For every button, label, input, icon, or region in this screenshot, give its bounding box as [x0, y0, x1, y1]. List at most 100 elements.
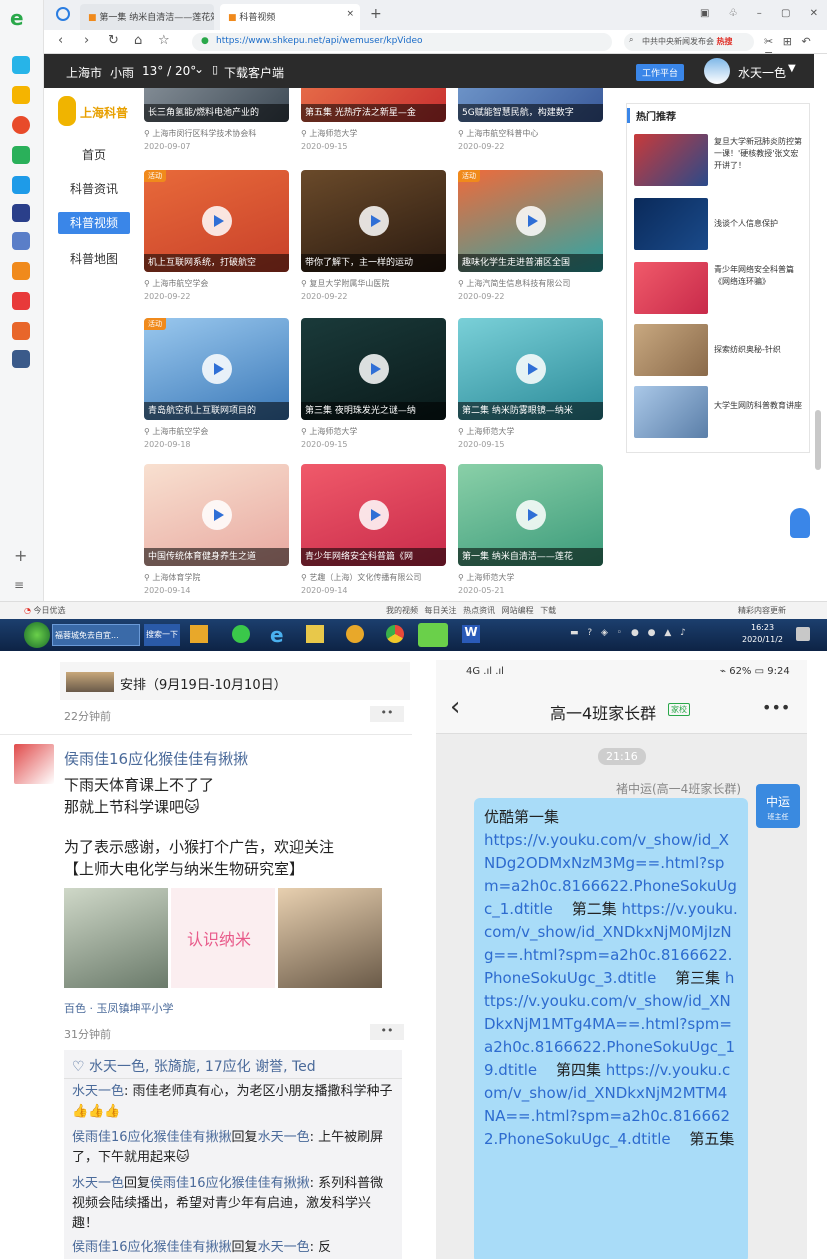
download-client-link[interactable]: 下载客户端: [224, 64, 284, 81]
back-icon[interactable]: ‹: [450, 692, 460, 722]
page-scrollbar[interactable]: [815, 410, 821, 470]
sidebar-mail-icon[interactable]: [12, 146, 30, 164]
taskbar-ie-icon[interactable]: e: [270, 623, 284, 647]
hot-item[interactable]: 大学生网防科普教育讲座: [634, 386, 806, 440]
cut-icon[interactable]: ✂: [764, 35, 773, 48]
status-link[interactable]: 我的视频: [386, 606, 418, 615]
video-card[interactable]: 5G赋能智慧民航，构建数字 ⚲ 上海市航空科普中心 2020-09-22: [458, 88, 603, 151]
post-image[interactable]: [64, 888, 168, 988]
post-location[interactable]: 百色 · 玉凤镇坤平小学: [64, 1000, 174, 1016]
post-image[interactable]: 认识纳米: [171, 888, 275, 988]
site-logo[interactable]: 上海科普: [58, 94, 134, 132]
search-input[interactable]: ⌕ 中共中央新闻发布会 热搜: [624, 33, 754, 51]
comment-author[interactable]: 侯雨佳16应化猴佳佳有揪揪: [72, 1240, 232, 1255]
sidebar-tool-icon[interactable]: [12, 350, 30, 368]
video-card[interactable]: 中国传统体育健身养生之道 ⚲ 上海体育学院 2020-09-14: [144, 464, 289, 595]
sidebar-star-icon[interactable]: [12, 86, 30, 104]
city-label[interactable]: 上海市: [66, 64, 102, 81]
video-card[interactable]: 第五集 光热疗法之新星—金 ⚲ 上海师范大学 2020-09-15: [301, 88, 446, 151]
tab-list-icon[interactable]: ▣: [700, 8, 709, 19]
play-icon[interactable]: [516, 354, 546, 384]
minimize-icon[interactable]: –: [757, 8, 762, 19]
play-icon[interactable]: [516, 206, 546, 236]
video-card[interactable]: 第二集 纳米防雾眼镜—纳米 ⚲ 上海师范大学 2020-09-15: [458, 318, 603, 449]
play-icon[interactable]: [202, 354, 232, 384]
more-options-icon[interactable]: ••: [370, 1024, 404, 1040]
nav-science-news[interactable]: 科普资讯: [58, 178, 130, 200]
video-card[interactable]: 第一集 纳米自清洁——莲花 ⚲ 上海师范大学 2020-05-21: [458, 464, 603, 595]
likes-names[interactable]: 水天一色, 张旖旎, 17应化 谢誉, Ted: [89, 1059, 316, 1075]
taskbar-clock[interactable]: 16:23 2020/11/2: [742, 622, 783, 646]
video-card[interactable]: 活动 青岛航空机上互联网项目的 ⚲ 上海市航空学会 2020-09-18: [144, 318, 289, 449]
comment-author[interactable]: 水天一色: [72, 1176, 124, 1191]
rocket-icon[interactable]: [790, 508, 810, 538]
undo-icon[interactable]: ↶: [801, 35, 810, 48]
comment[interactable]: 侯雨佳16应化猴佳佳有揪揪回复水天一色: 反: [72, 1238, 396, 1258]
avatar[interactable]: [704, 58, 730, 84]
status-link[interactable]: 热点资讯: [463, 606, 495, 615]
post-image[interactable]: [278, 888, 382, 988]
user-chevron-icon[interactable]: ▼: [788, 63, 796, 74]
shirt-icon[interactable]: ♧: [729, 8, 738, 19]
new-tab-icon[interactable]: +: [370, 6, 382, 22]
status-link[interactable]: 每日关注: [425, 606, 457, 615]
sidebar-add-icon[interactable]: +: [14, 546, 27, 565]
nav-science-video[interactable]: 科普视频: [58, 212, 130, 234]
sidebar-video-icon[interactable]: [12, 176, 30, 194]
hot-item[interactable]: 浅谈个人信息保护: [634, 198, 806, 252]
status-left[interactable]: ◔ 今日优选: [24, 605, 66, 616]
video-card[interactable]: 活动 趣味化学生走进普浦区全国 ⚲ 上海汽简生信息科技有限公司 2020-09-2…: [458, 170, 603, 301]
start-button[interactable]: [24, 622, 50, 648]
taskbar-word-icon[interactable]: W: [462, 625, 480, 643]
more-options-icon[interactable]: ••: [370, 706, 404, 722]
hot-item[interactable]: 复旦大学新冠肺炎防控第一课！'硬核教授'张文宏开讲了！: [634, 134, 806, 188]
back-icon[interactable]: ‹: [58, 33, 63, 48]
sidebar-doc-icon[interactable]: [12, 232, 30, 250]
taskbar-green-icon[interactable]: [232, 625, 250, 643]
comment-author[interactable]: 水天一色: [72, 1084, 124, 1099]
hot-item[interactable]: 青少年网络安全科普篇《网络连环骗》: [634, 262, 806, 316]
show-desktop-icon[interactable]: [796, 627, 810, 641]
sidebar-game-icon[interactable]: [12, 262, 30, 280]
top-post-card[interactable]: 安排（9月19日-10月10日）: [60, 662, 410, 700]
tab-lotus[interactable]: ■ 第一集 纳米自清洁——莲花效: [80, 4, 214, 30]
close-window-icon[interactable]: ✕: [810, 8, 818, 19]
taskbar-chrome-icon[interactable]: [386, 625, 404, 643]
video-card[interactable]: 青少年网络安全科普篇《网 ⚲ 艺趣（上海）文化传播有限公司 2020-09-14: [301, 464, 446, 595]
sidebar-live-icon[interactable]: [12, 292, 30, 310]
author-name[interactable]: 侯雨佳16应化猴佳佳有揪揪: [64, 748, 248, 769]
taskbar-window-button[interactable]: 福蓉城免去自宜...: [52, 624, 140, 646]
comment[interactable]: 水天一色回复侯雨佳16应化猴佳佳有揪揪: 系列科普微视频会陆续播出，希望对青少年…: [72, 1174, 396, 1234]
hot-item[interactable]: 探索纺织奥秘-针织: [634, 324, 806, 378]
comment-reply-to[interactable]: 水天一色: [258, 1130, 310, 1145]
browser-home-icon[interactable]: [56, 7, 70, 21]
sidebar-news-icon[interactable]: [12, 204, 30, 222]
author-avatar[interactable]: [14, 744, 54, 784]
browser-logo-icon[interactable]: e: [10, 6, 24, 30]
comment[interactable]: 水天一色: 雨佳老师真有心，为老区小朋友播撒科学种子 👍👍👍: [72, 1082, 396, 1122]
bookmark-star-icon[interactable]: ☆: [158, 33, 170, 48]
comment[interactable]: 侯雨佳16应化猴佳佳有揪揪回复水天一色: 上午被刷屏了，下午就用起来🐱: [72, 1128, 396, 1168]
tab-kepu-video[interactable]: ■ 科普视频 ×: [220, 4, 360, 30]
comment-reply-to[interactable]: 侯雨佳16应化猴佳佳有揪揪: [150, 1176, 310, 1191]
taskbar-wechat-icon[interactable]: [418, 623, 448, 647]
status-link[interactable]: 网站编程: [502, 606, 534, 615]
status-link[interactable]: 下载: [540, 606, 556, 615]
nav-home[interactable]: 首页: [58, 144, 130, 166]
play-icon[interactable]: [359, 500, 389, 530]
work-platform-button[interactable]: 工作平台: [636, 64, 685, 81]
sidebar-menu-icon[interactable]: ≡: [14, 578, 24, 592]
reload-icon[interactable]: ↻: [108, 33, 119, 48]
tab-close-icon[interactable]: ×: [346, 9, 354, 19]
play-icon[interactable]: [359, 354, 389, 384]
forward-icon[interactable]: ›: [84, 33, 89, 48]
sidebar-shop-icon[interactable]: [12, 322, 30, 340]
play-icon[interactable]: [202, 500, 232, 530]
comment-author[interactable]: 侯雨佳16应化猴佳佳有揪揪: [72, 1130, 232, 1145]
message-bubble[interactable]: 优酷第一集 https://v.youku.com/v_show/id_XNDg…: [474, 798, 748, 1259]
comment-reply-to[interactable]: 水天一色: [258, 1240, 310, 1255]
grid-icon[interactable]: ⊞: [783, 35, 792, 48]
play-icon[interactable]: [359, 206, 389, 236]
dropdown-chevron-icon[interactable]: ⌄: [194, 62, 204, 76]
taskbar-folder-icon[interactable]: [306, 625, 324, 643]
